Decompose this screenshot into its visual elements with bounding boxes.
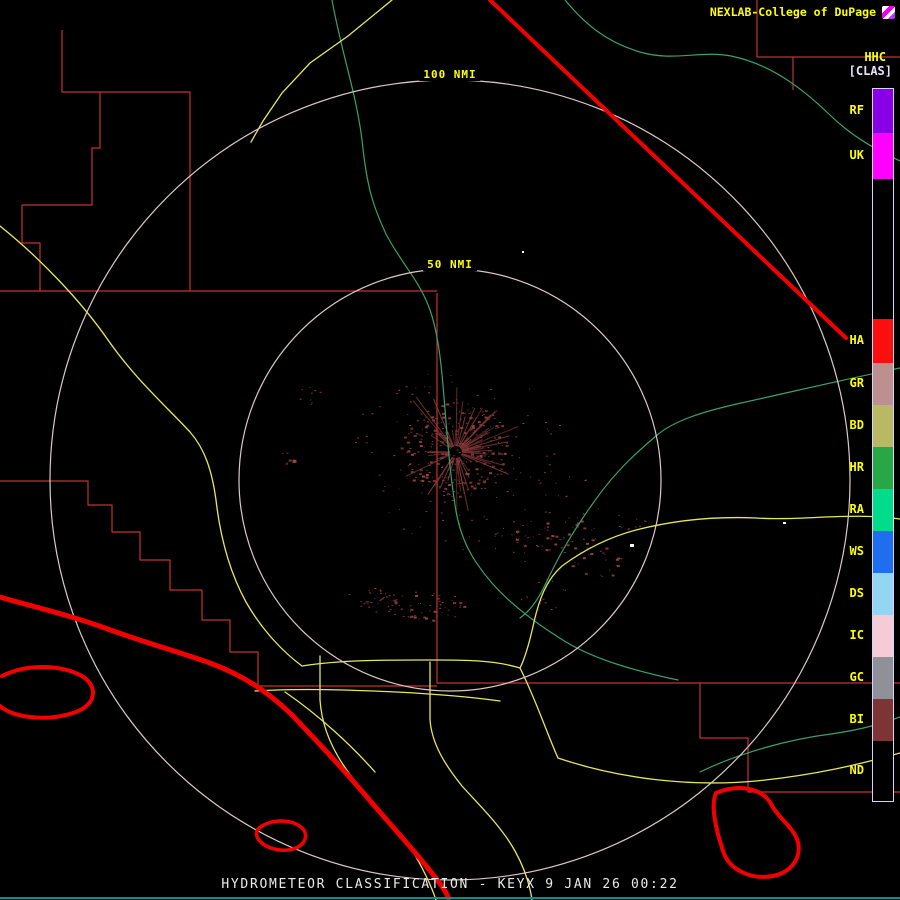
legend-swatch-BD	[873, 405, 893, 447]
legend-swatch-UK	[873, 133, 893, 179]
highway-line	[301, 659, 521, 669]
footer-divider-line	[0, 897, 900, 899]
legend-swatch-WS	[873, 531, 893, 573]
product-code-label: HHC	[864, 50, 886, 64]
river-line	[331, 0, 679, 681]
artifact-specks	[522, 251, 786, 547]
legend-swatch-RA	[873, 489, 893, 531]
highway-line	[250, 0, 393, 143]
range-ring-label-50nmi: 50 NMI	[423, 258, 477, 271]
footer: HYDROMETEOR CLASSIFICATION - KEYX 9 JAN …	[0, 877, 900, 892]
highway-lines	[0, 0, 900, 900]
radar-echo-layer	[282, 374, 647, 622]
river-line	[564, 0, 900, 162]
county-line	[100, 91, 191, 291]
page-title: NEXLAB-College of DuPage	[709, 5, 876, 19]
interstate-line	[711, 786, 801, 879]
range-ring-50nmi	[238, 268, 662, 692]
legend-swatch-IC	[873, 615, 893, 657]
highway-line	[284, 691, 376, 773]
legend-swatch-ND	[873, 741, 893, 801]
interstate-line	[0, 665, 95, 720]
interstate-line	[254, 819, 308, 852]
legend-swatch-GR	[873, 363, 893, 405]
legend-swatch-DS	[873, 573, 893, 615]
interstate-line	[0, 594, 452, 900]
highway-line	[254, 688, 501, 702]
legend-swatch-HA	[873, 319, 893, 363]
county-line	[436, 293, 900, 684]
highway-line	[519, 515, 900, 669]
header: NEXLAB-College of DuPage	[710, 5, 895, 19]
radar-display: NEXLAB-College of DuPage HHC [CLAS] RF UK…	[0, 0, 900, 900]
county-line	[0, 480, 437, 687]
county-boundary-lines	[0, 0, 900, 793]
range-ring-label-100nmi: 100 NMI	[419, 68, 481, 81]
highway-line	[0, 225, 303, 667]
interstate-line	[488, 0, 848, 340]
interstate-lines	[0, 0, 848, 900]
highway-line	[519, 667, 900, 784]
river-line	[699, 716, 900, 773]
cod-logo-icon	[882, 5, 895, 19]
legend-swatch-RF	[873, 89, 893, 133]
radar-map	[0, 0, 900, 900]
range-ring-100nmi	[49, 79, 851, 881]
product-status-text: HYDROMETEOR CLASSIFICATION - KEYX 9 JAN …	[221, 877, 679, 892]
legend-swatch-HR	[873, 447, 893, 489]
legend-swatch-BI	[873, 699, 893, 741]
legend-swatch-GC	[873, 657, 893, 699]
county-line	[21, 30, 101, 291]
legend-units-label: [CLAS]	[848, 64, 892, 78]
legend-swatch-gap	[873, 179, 893, 319]
range-rings	[49, 79, 851, 881]
legend-colorbar	[872, 88, 894, 802]
highway-line	[429, 661, 533, 900]
